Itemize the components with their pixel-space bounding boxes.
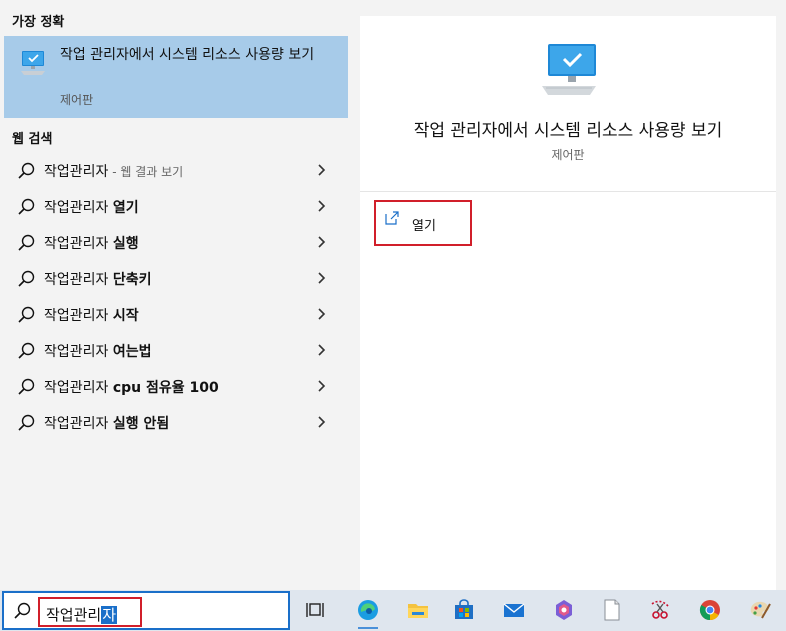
suggestion-prefix: 작업관리자 <box>44 200 113 216</box>
web-search-suggestion[interactable]: 작업관리자 - 웹 결과 보기 <box>4 152 348 188</box>
web-search-suggestion[interactable]: 작업관리자 cpu 점유율 100 <box>4 368 348 404</box>
search-icon <box>18 378 35 395</box>
chevron-right-icon[interactable] <box>316 163 328 177</box>
suggestion-text: 작업관리자 실행 <box>44 233 139 253</box>
search-icon <box>18 342 35 359</box>
suggestion-hint: - 웹 결과 보기 <box>108 165 184 179</box>
search-icon <box>18 414 35 431</box>
open-action-label: 열기 <box>412 219 436 234</box>
web-search-suggestion[interactable]: 작업관리자 단축키 <box>4 260 348 296</box>
office-icon <box>556 600 572 620</box>
search-icon <box>18 270 35 287</box>
mail-taskbar-button[interactable] <box>494 591 534 630</box>
suggestion-text: 작업관리자 여는법 <box>44 341 152 361</box>
web-search-heading: 웹 검색 <box>12 132 53 147</box>
taskbar-search-box[interactable]: 작업관리자 <box>2 591 290 630</box>
search-icon <box>18 162 35 179</box>
suggestion-emphasis: 여는법 <box>112 344 152 360</box>
search-selected-text: 자 <box>101 606 118 624</box>
best-match-title: 작업 관리자에서 시스템 리소스 사용량 보기 <box>60 47 315 63</box>
suggestion-emphasis: 단축키 <box>112 272 152 288</box>
web-search-suggestion[interactable]: 작업관리자 열기 <box>4 188 348 224</box>
web-search-suggestion[interactable]: 작업관리자 실행 안됨 <box>4 404 348 440</box>
chevron-right-icon[interactable] <box>316 415 328 429</box>
search-input[interactable]: 작업관리자 <box>38 597 142 627</box>
task-view-icon <box>306 603 324 617</box>
taskbar: 작업관리자 <box>0 590 786 631</box>
suggestion-prefix: 작업관리자 <box>44 380 113 396</box>
search-typed-text: 작업관리 <box>46 606 102 624</box>
chrome-taskbar-button[interactable] <box>690 591 730 630</box>
paint-icon <box>750 601 771 619</box>
edge-taskbar-button[interactable] <box>348 591 388 630</box>
file-explorer-taskbar-button[interactable] <box>398 591 438 630</box>
start-search-window: 가장 정확 작업 관리자에서 시스템 리소스 사용량 보기 제어판 웹 검색 작… <box>0 0 786 631</box>
chevron-right-icon[interactable] <box>316 271 328 285</box>
suggestion-text: 작업관리자 시작 <box>44 305 139 325</box>
chrome-icon <box>699 600 720 621</box>
suggestion-emphasis: 시작 <box>112 308 139 324</box>
suggestion-emphasis: 실행 안됨 <box>112 416 170 432</box>
search-icon <box>18 306 35 323</box>
snipping-tool-taskbar-button[interactable] <box>640 591 680 630</box>
suggestion-emphasis: cpu 점유율 100 <box>112 380 219 396</box>
web-search-suggestion[interactable]: 작업관리자 시작 <box>4 296 348 332</box>
office-taskbar-button[interactable] <box>544 591 584 630</box>
suggestion-text: 작업관리자 열기 <box>44 197 139 217</box>
store-icon <box>455 599 473 619</box>
web-search-suggestion[interactable]: 작업관리자 여는법 <box>4 332 348 368</box>
open-external-icon <box>385 211 399 225</box>
active-indicator <box>358 627 378 629</box>
suggestion-text: 작업관리자 cpu 점유율 100 <box>44 377 219 397</box>
suggestion-prefix: 작업관리자 <box>44 416 113 432</box>
suggestion-prefix: 작업관리자 <box>44 308 113 324</box>
suggestion-emphasis: 실행 <box>112 236 139 252</box>
monitor-icon <box>542 44 596 95</box>
suggestion-text: 작업관리자 - 웹 결과 보기 <box>44 161 183 181</box>
details-subtitle: 제어판 <box>551 148 585 162</box>
details-title: 작업 관리자에서 시스템 리소스 사용량 보기 <box>413 121 723 141</box>
chevron-right-icon[interactable] <box>316 307 328 321</box>
snipping-tool-icon <box>651 600 669 619</box>
open-action-button[interactable]: 열기 <box>374 200 472 246</box>
suggestion-prefix: 작업관리자 <box>44 236 113 252</box>
mail-icon <box>503 603 525 617</box>
store-taskbar-button[interactable] <box>444 591 484 630</box>
task-view-button[interactable] <box>296 591 336 630</box>
details-pane: 작업 관리자에서 시스템 리소스 사용량 보기 제어판 열기 <box>360 16 776 590</box>
monitor-icon <box>21 51 45 75</box>
document-taskbar-button[interactable] <box>592 591 632 630</box>
suggestion-prefix: 작업관리자 <box>44 272 113 288</box>
file-explorer-icon <box>408 604 428 618</box>
suggestion-emphasis: 열기 <box>112 200 139 216</box>
web-search-suggestion[interactable]: 작업관리자 실행 <box>4 224 348 260</box>
edge-icon <box>358 600 378 620</box>
chevron-right-icon[interactable] <box>316 199 328 213</box>
best-match-subtitle: 제어판 <box>60 93 94 107</box>
suggestion-prefix: 작업관리자 <box>44 164 109 180</box>
details-header: 작업 관리자에서 시스템 리소스 사용량 보기 제어판 <box>360 16 776 192</box>
chevron-right-icon[interactable] <box>316 235 328 249</box>
search-icon <box>18 198 35 215</box>
notepad-icon <box>604 599 620 621</box>
chevron-right-icon[interactable] <box>316 343 328 357</box>
search-icon <box>14 602 31 619</box>
chevron-right-icon[interactable] <box>316 379 328 393</box>
search-icon <box>18 234 35 251</box>
suggestion-prefix: 작업관리자 <box>44 344 113 360</box>
paint-taskbar-button[interactable] <box>740 591 780 630</box>
suggestion-text: 작업관리자 단축키 <box>44 269 152 289</box>
suggestion-text: 작업관리자 실행 안됨 <box>44 413 169 433</box>
best-match-heading: 가장 정확 <box>12 15 65 30</box>
